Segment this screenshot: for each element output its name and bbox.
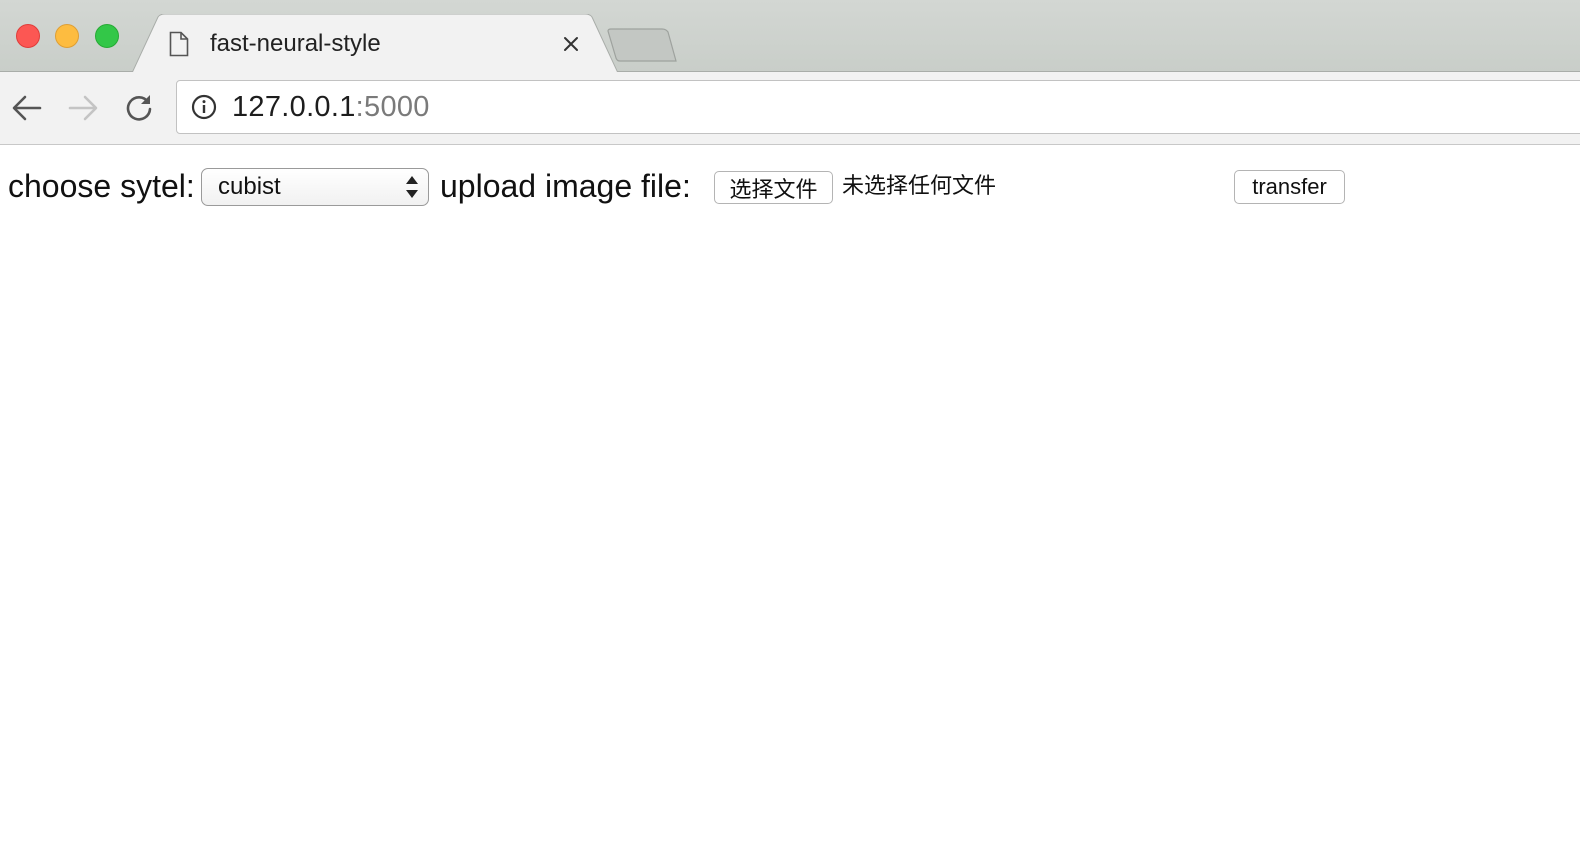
window-maximize-button[interactable] [95,24,119,48]
style-label: choose sytel: [8,168,195,204]
close-icon[interactable] [558,31,584,57]
window-close-button[interactable] [16,24,40,48]
url-text[interactable]: 127.0.0.1:5000 [232,91,430,124]
upload-label: upload image file: [440,168,691,204]
select-arrows-icon [406,176,418,198]
active-tab[interactable]: fast-neural-style [168,24,588,64]
style-select[interactable]: cubist [201,168,429,206]
page-content: choose sytel: cubist upload image file: … [0,146,1580,846]
document-icon [168,29,190,59]
browser-toolbar: 127.0.0.1:5000 [0,72,1580,145]
address-bar[interactable]: 127.0.0.1:5000 [176,80,1580,134]
reload-icon[interactable] [121,90,157,126]
forward-arrow-icon[interactable] [65,90,101,126]
style-select-value: cubist [218,173,281,200]
choose-file-button[interactable]: 选择文件 [714,171,833,204]
info-icon[interactable] [190,93,218,121]
transfer-form: choose sytel: cubist upload image file: … [8,166,1568,208]
window-minimize-button[interactable] [55,24,79,48]
transfer-button[interactable]: transfer [1234,170,1345,204]
file-status-text: 未选择任何文件 [842,174,997,199]
new-tab-icon[interactable] [606,28,678,64]
url-port: :5000 [355,90,430,123]
back-arrow-icon[interactable] [9,90,45,126]
browser-tab-strip: fast-neural-style [0,0,1580,73]
tab-title: fast-neural-style [210,30,381,57]
url-host: 127.0.0.1 [232,90,356,123]
